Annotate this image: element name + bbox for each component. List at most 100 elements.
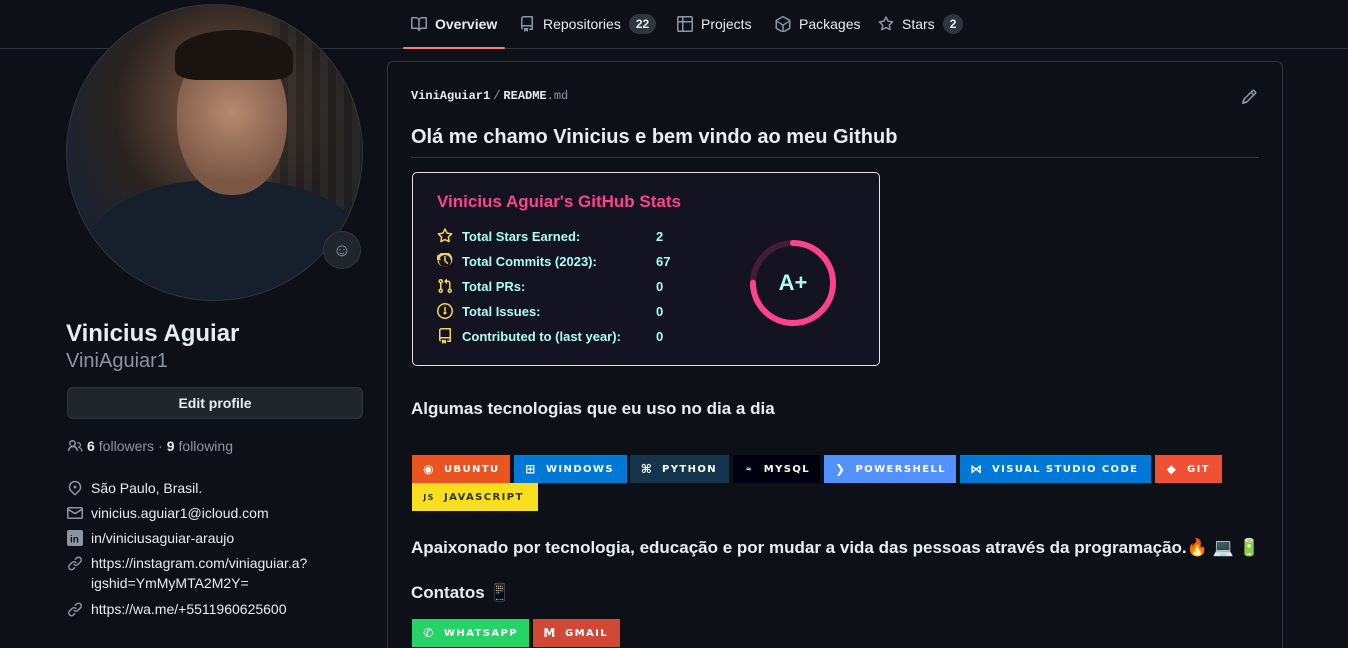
badge-label: UBUNTU: [444, 463, 500, 475]
profile-linkedin[interactable]: in in/viniciusaguiar-araujo: [67, 528, 234, 548]
badge-ubuntu[interactable]: ◉ UBUNTU: [412, 455, 510, 483]
tab-stars[interactable]: Stars 2: [878, 0, 964, 48]
badge-label: MYSQL: [763, 463, 810, 475]
avatar[interactable]: [66, 4, 363, 301]
mysql-icon: ≈: [745, 465, 753, 473]
github-stats-card: Vinicius Aguiar's GitHub Stats Total Sta…: [412, 172, 880, 366]
badge-windows[interactable]: ⊞ WINDOWS: [514, 455, 627, 483]
whatsapp-link[interactable]: https://wa.me/+5511960625600: [91, 599, 287, 619]
gmail-icon: M: [543, 626, 557, 640]
stats-row: Total PRs: 0: [437, 278, 663, 294]
package-icon: [775, 16, 791, 32]
about-sentence: Apaixonado por tecnologia, educação e po…: [411, 538, 1187, 557]
badge-label: PYTHON: [662, 463, 718, 475]
profile-instagram[interactable]: https://instagram.com/viniaguiar.a? igshi…: [67, 553, 307, 593]
location-icon: [68, 480, 82, 496]
badge-powershell[interactable]: ❯ POWERSHELL: [824, 455, 956, 483]
powershell-icon: ❯: [834, 462, 847, 476]
contacts-heading-text: Contatos: [411, 583, 485, 602]
avatar-hair: [175, 30, 293, 80]
badge-git[interactable]: ◆ GIT: [1155, 455, 1222, 483]
python-icon: ⌘: [640, 462, 654, 476]
badge-label: POWERSHELL: [855, 463, 946, 475]
tab-label: Projects: [701, 16, 752, 32]
contacts-heading: Contatos 📱: [411, 583, 511, 603]
profile-login: ViniAguiar1: [66, 350, 168, 372]
stats-value: 0: [656, 328, 664, 344]
smiley-icon: ☺: [332, 239, 352, 260]
readme-card: ViniAguiar1/README.md Olá me chamo Vinic…: [387, 61, 1283, 648]
badge-gmail[interactable]: M GMAIL: [533, 619, 620, 647]
history-icon: [437, 253, 453, 267]
followers-label: followers: [98, 438, 155, 454]
issue-icon: [437, 303, 453, 319]
star-icon: [878, 16, 894, 31]
repo-icon: [521, 16, 533, 32]
badge-vscode[interactable]: ⋈ VISUAL STUDIO CODE: [960, 455, 1151, 483]
badge-label: JAVASCRIPT: [444, 491, 524, 503]
following-count: 9: [166, 438, 175, 454]
grade-text: A+: [778, 270, 808, 295]
battery-emoji: 🔋: [1238, 538, 1260, 557]
project-icon: [677, 16, 693, 32]
stats-label: Total PRs:: [462, 278, 526, 294]
mail-icon: [67, 507, 83, 519]
windows-icon: ⊞: [525, 462, 537, 476]
following-label: following: [178, 438, 233, 454]
badge-label: GIT: [1187, 463, 1210, 475]
phone-emoji: 📱: [489, 583, 511, 602]
profile-name: Vinicius Aguiar: [66, 320, 240, 347]
instagram-link[interactable]: https://instagram.com/viniaguiar.a? igshi…: [91, 553, 307, 593]
people-icon: [67, 440, 83, 452]
stats-row: Contributed to (last year): 0: [437, 328, 663, 344]
badge-python[interactable]: ⌘ PYTHON: [630, 455, 729, 483]
readme-heading: Olá me chamo Vinicius e bem vindo ao meu…: [411, 126, 1259, 158]
link-icon: [68, 556, 83, 571]
tab-overview[interactable]: Overview: [402, 0, 506, 49]
badge-mysql[interactable]: ≈ MYSQL: [733, 455, 820, 483]
tab-repositories[interactable]: Repositories 22: [519, 0, 657, 48]
profile-whatsapp[interactable]: https://wa.me/+5511960625600: [67, 599, 287, 619]
instagram-link-line1: https://instagram.com/viniaguiar.a?: [91, 555, 308, 571]
book-icon: [411, 16, 427, 32]
following-link[interactable]: 9 following: [167, 438, 233, 454]
badge-javascript[interactable]: JS JAVASCRIPT: [412, 483, 538, 511]
stats-title: Vinicius Aguiar's GitHub Stats: [437, 192, 681, 211]
stats-value: 67: [656, 253, 671, 269]
follow-stats: 6 followers · 9 following: [67, 438, 233, 454]
tab-projects[interactable]: Projects: [677, 0, 752, 48]
badge-whatsapp[interactable]: ✆ WHATSAPP: [412, 619, 529, 647]
fire-emoji: 🔥: [1186, 538, 1208, 557]
stats-value: 0: [656, 303, 664, 319]
profile-location: São Paulo, Brasil.: [67, 478, 202, 498]
readme-owner-link[interactable]: ViniAguiar1: [411, 89, 490, 103]
email-link[interactable]: vinicius.aguiar1@icloud.com: [91, 503, 269, 523]
profile-email[interactable]: vinicius.aguiar1@icloud.com: [67, 503, 269, 523]
javascript-icon: JS: [423, 492, 435, 502]
stats-row: Total Issues: 0: [437, 303, 663, 319]
breadcrumb-separator: /: [493, 89, 501, 103]
repositories-count-badge: 22: [628, 14, 657, 34]
pull-request-icon: [438, 278, 452, 294]
tab-label: Overview: [435, 16, 498, 32]
avatar-shirt: [87, 180, 362, 300]
location-text: São Paulo, Brasil.: [91, 480, 203, 496]
badge-label: VISUAL STUDIO CODE: [992, 463, 1139, 475]
readme-file-link[interactable]: README: [503, 89, 546, 103]
tech-heading: Algumas tecnologias que eu uso no dia a …: [411, 399, 775, 418]
linkedin-icon: in: [67, 530, 83, 546]
stars-count-badge: 2: [942, 14, 964, 34]
readme-breadcrumb: ViniAguiar1/README.md: [411, 89, 568, 103]
followers-link[interactable]: 6 followers: [87, 438, 154, 454]
tab-packages[interactable]: Packages: [775, 0, 860, 48]
instagram-link-line2: igshid=YmMyMTA2M2Y=: [91, 575, 249, 591]
linkedin-link[interactable]: in/viniciusaguiar-araujo: [91, 528, 234, 548]
stats-label: Contributed to (last year):: [462, 328, 621, 344]
set-status-button[interactable]: ☺: [323, 231, 361, 269]
star-icon: [437, 228, 453, 243]
stats-row: Total Commits (2023): 67: [437, 253, 670, 269]
svg-text:in: in: [70, 535, 79, 546]
edit-profile-button[interactable]: Edit profile: [67, 387, 363, 419]
pencil-icon[interactable]: [1241, 89, 1257, 105]
stats-value: 2: [656, 228, 664, 244]
